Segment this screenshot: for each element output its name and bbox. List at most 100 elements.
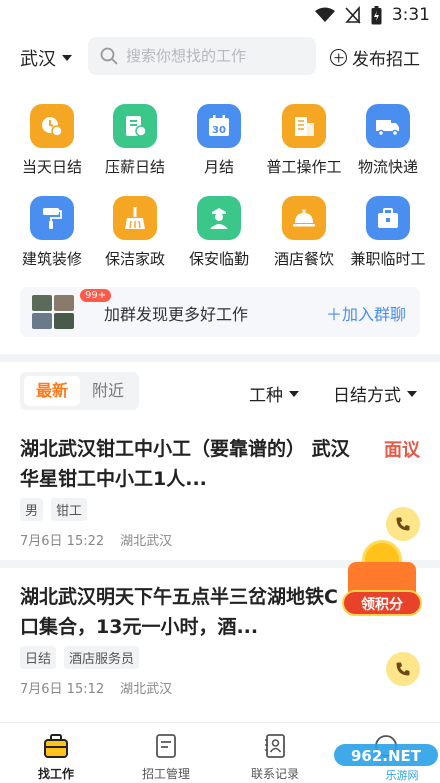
category-item[interactable]: 兼职临时工 <box>344 196 432 269</box>
caret-down-icon <box>62 55 72 61</box>
category-label: 保安临勤 <box>188 250 249 268</box>
category-item[interactable]: 当天日结 <box>8 104 96 177</box>
settlement-dropdown[interactable]: 日结方式 <box>333 381 417 406</box>
job-tag: 日结 <box>20 646 57 669</box>
briefcase-icon <box>366 196 410 240</box>
paint-roller-icon <box>30 196 74 240</box>
status-bar: 3:31 <box>0 0 440 32</box>
group-thumbnail <box>32 295 52 311</box>
clock-coin-icon <box>30 104 74 148</box>
phone-icon <box>396 517 410 531</box>
site-watermark-logo: 962.NET 乐游网 <box>334 744 438 782</box>
category-label: 物流快递 <box>357 158 418 176</box>
job-meta: 7月6日 15:12 湖北武汉 <box>20 678 172 697</box>
job-time: 7月6日 15:22 <box>20 534 105 549</box>
search-input[interactable] <box>126 47 306 65</box>
job-location: 湖北武汉 <box>120 534 173 549</box>
job-salary: 面议 <box>384 440 420 461</box>
clock-time: 3:31 <box>391 5 430 25</box>
job-tag: 钳工 <box>51 498 88 521</box>
category-label: 兼职临时工 <box>350 250 426 268</box>
call-button[interactable] <box>386 507 420 541</box>
work-type-dropdown[interactable]: 工种 <box>249 381 299 406</box>
cloche-icon <box>282 196 326 240</box>
category-item[interactable]: 普工操作工 <box>260 104 348 177</box>
settlement-label: 日结方式 <box>333 386 401 406</box>
plus-icon: ＋ <box>325 305 342 324</box>
pay-document-icon <box>113 104 157 148</box>
category-label: 保洁家政 <box>104 250 165 268</box>
truck-icon <box>366 104 410 148</box>
plus-circle-icon <box>330 49 347 66</box>
group-banner[interactable]: 99+ 加群发现更多好工作 ＋加入群聊 <box>20 287 420 337</box>
wifi-icon <box>314 7 335 22</box>
nav-label: 找工作 <box>37 767 74 781</box>
category-label: 压薪日结 <box>104 158 165 176</box>
join-group-label: 加入群聊 <box>341 305 406 324</box>
points-label: 领积分 <box>342 590 422 616</box>
job-location: 湖北武汉 <box>120 682 173 697</box>
sort-tabs: 最新 附近 <box>20 372 139 410</box>
job-tag: 酒店服务员 <box>64 646 140 669</box>
group-thumbnail <box>32 313 52 329</box>
battery-icon <box>371 5 382 24</box>
group-banner-text: 加群发现更多好工作 <box>104 305 249 324</box>
join-group-button[interactable]: ＋加入群聊 <box>326 301 406 325</box>
category-label: 建筑装修 <box>21 250 82 268</box>
calendar-30-icon: 30 <box>197 104 241 148</box>
job-tags: 日结 酒店服务员 <box>20 646 140 669</box>
contacts-icon <box>260 731 290 761</box>
category-label: 普工操作工 <box>266 158 342 176</box>
group-thumbnail <box>54 313 74 329</box>
job-tag: 男 <box>20 498 44 521</box>
section-divider <box>0 354 440 362</box>
tab-latest[interactable]: 最新 <box>24 376 80 406</box>
category-label: 酒店餐饮 <box>273 250 334 268</box>
nav-find-job[interactable]: 找工作 <box>6 731 106 782</box>
job-title: 湖北武汉钳工中小工（要靠谱的） 武汉华星钳工中小工1人... <box>20 438 350 490</box>
points-widget[interactable]: 领积分 <box>342 540 422 620</box>
category-item[interactable]: 保安临勤 <box>175 196 263 269</box>
search-icon <box>100 47 118 65</box>
watermark-subtext: 乐游网 <box>386 769 419 782</box>
app-screen: 3:31 武汉 发布招工 当天日结 <box>0 0 440 783</box>
filter-bar: 最新 附近 工种 日结方式 <box>0 372 440 412</box>
phone-icon <box>396 662 410 676</box>
nav-hiring-management[interactable]: 招工管理 <box>116 731 216 782</box>
nav-contact-records[interactable]: 联系记录 <box>225 731 325 782</box>
nav-label: 招工管理 <box>141 767 190 781</box>
category-item[interactable]: 30 月结 <box>175 104 263 177</box>
city-label: 武汉 <box>20 49 56 70</box>
watermark-text: 962.NET <box>351 747 422 765</box>
city-selector[interactable]: 武汉 <box>20 45 72 71</box>
search-box[interactable] <box>88 37 316 75</box>
svg-text:30: 30 <box>212 125 226 136</box>
post-job-button[interactable]: 发布招工 <box>330 45 420 70</box>
no-signal-icon <box>345 6 361 24</box>
caret-down-icon <box>407 390 417 397</box>
guard-icon <box>197 196 241 240</box>
tab-nearby[interactable]: 附近 <box>80 376 136 406</box>
top-bar: 武汉 发布招工 <box>0 36 440 78</box>
category-label: 当天日结 <box>21 158 82 176</box>
job-meta: 7月6日 15:22 湖北武汉 <box>20 530 172 549</box>
group-thumbnail <box>54 295 74 311</box>
category-item[interactable]: 压薪日结 <box>91 104 179 177</box>
work-type-label: 工种 <box>249 386 283 406</box>
building-icon <box>282 104 326 148</box>
category-label: 月结 <box>203 158 234 176</box>
post-job-label: 发布招工 <box>352 50 420 70</box>
call-button[interactable] <box>386 652 420 686</box>
category-item[interactable]: 物流快递 <box>344 104 432 177</box>
category-item[interactable]: 酒店餐饮 <box>260 196 348 269</box>
job-title: 湖北武汉明天下午五点半三岔湖地铁C口集合，13元一小时，酒... <box>20 586 338 638</box>
briefcase-icon <box>41 731 71 761</box>
nav-label: 联系记录 <box>250 767 299 781</box>
job-card[interactable]: 湖北武汉钳工中小工（要靠谱的） 武汉华星钳工中小工1人... 面议 男 钳工 7… <box>0 430 440 552</box>
status-icons: 3:31 <box>314 5 430 25</box>
group-thumbnails <box>32 295 76 331</box>
category-item[interactable]: 保洁家政 <box>91 196 179 269</box>
job-tags: 男 钳工 <box>20 498 88 521</box>
category-item[interactable]: 建筑装修 <box>8 196 96 269</box>
broom-icon <box>113 196 157 240</box>
